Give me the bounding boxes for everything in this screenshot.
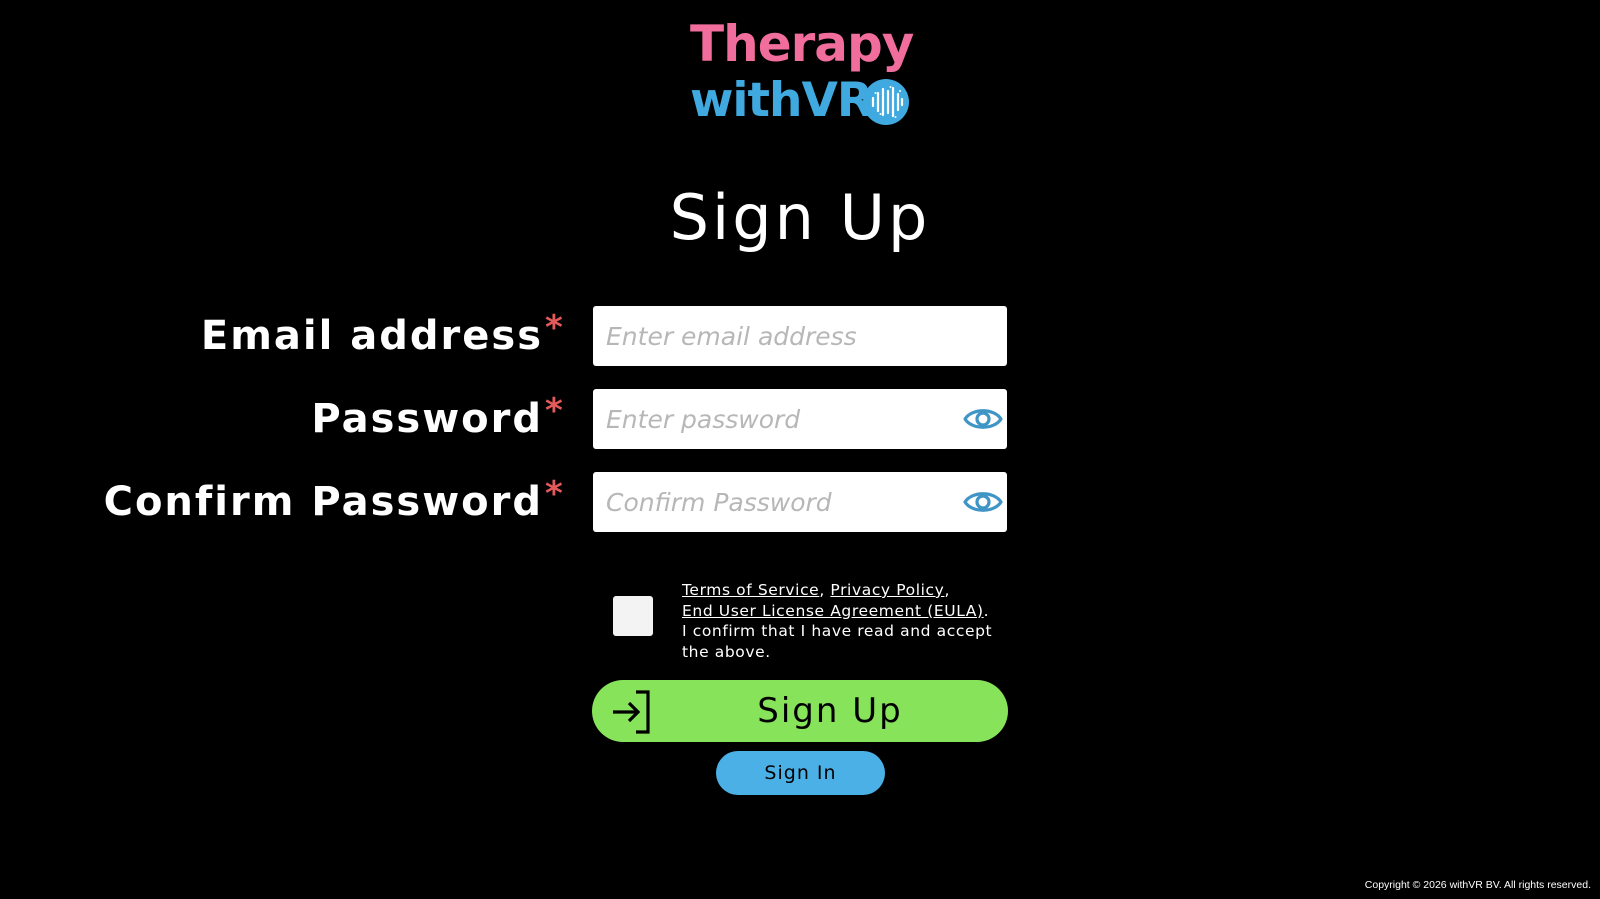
confirm-password-input[interactable] [593, 472, 1007, 532]
privacy-policy-link[interactable]: Privacy Policy [830, 581, 944, 599]
password-input[interactable] [593, 389, 1007, 449]
copyright-text: Copyright © 2026 withVR BV. All rights r… [1364, 879, 1591, 891]
email-required-mark: * [545, 308, 563, 348]
terms-separator: , [944, 581, 950, 599]
email-field-box [593, 306, 1007, 366]
sign-up-page: Therapy withVR Sign Up Email address * E… [0, 0, 1600, 899]
password-label: Password [311, 396, 543, 442]
terms-checkbox[interactable] [613, 596, 653, 636]
therapy-withvr-logo: Therapy withVR [688, 14, 918, 129]
sign-up-button-label: Sign Up [757, 691, 903, 731]
terms-of-service-link[interactable]: Terms of Service [682, 581, 819, 599]
page-title: Sign Up [0, 178, 1600, 258]
vr-soundwave-icon [863, 79, 909, 125]
password-field-box [593, 389, 1007, 449]
logo-withvr-text: withVR [690, 73, 873, 128]
sign-in-arrow-icon [613, 690, 650, 734]
eula-link[interactable]: End User License Agreement (EULA) [682, 602, 984, 620]
terms-separator: . [983, 601, 990, 620]
eye-icon[interactable] [963, 484, 1003, 520]
confirm-password-field-box [593, 472, 1007, 532]
password-required-mark: * [545, 391, 563, 431]
page-title-text: Sign Up [669, 181, 931, 254]
logo-therapy-text: Therapy [690, 15, 914, 73]
eye-icon[interactable] [963, 401, 1003, 437]
terms-separator: , [819, 581, 831, 599]
sign-up-button[interactable]: Sign Up [592, 680, 1008, 742]
confirm-password-required-mark: * [545, 474, 563, 514]
email-label: Email address [200, 313, 543, 359]
email-input[interactable] [593, 306, 1007, 366]
terms-confirm-text: I confirm that I have read and accept th… [682, 622, 993, 661]
confirm-password-label: Confirm Password [103, 479, 543, 525]
sign-in-button[interactable]: Sign In [716, 751, 885, 795]
terms-text: Terms of Service, Privacy Policy, End Us… [682, 580, 1002, 662]
